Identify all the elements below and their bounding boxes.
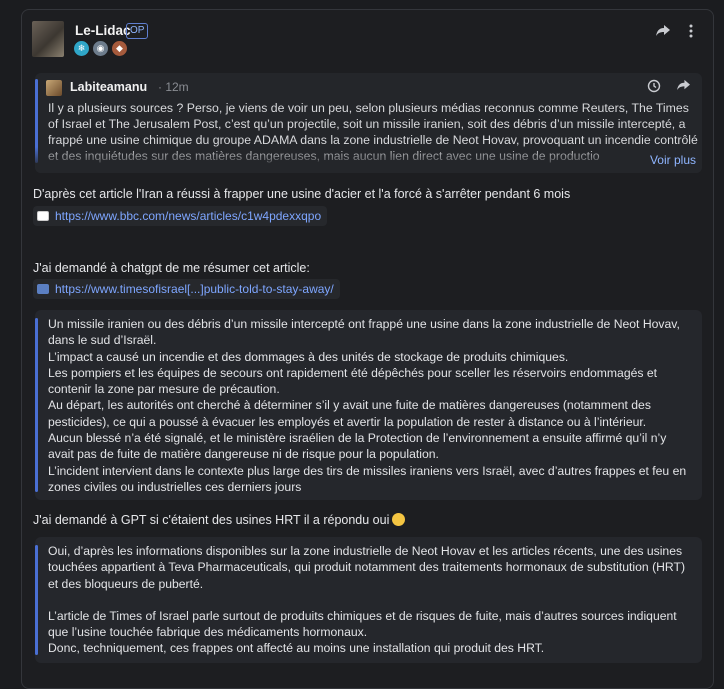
summary-line: L’incident intervient dans le contexte p… [48, 463, 687, 494]
author-avatar[interactable] [32, 21, 64, 57]
summary-blockquote: Un missile iranien ou des débris d’un mi… [35, 310, 702, 500]
post-paragraph-1: D'après cet article l'Iran a réussi à fr… [33, 187, 571, 201]
answer-line [48, 592, 693, 608]
post-paragraph-3: J'ai demandé à GPT si c'étaient des usin… [33, 513, 406, 527]
toi-favicon-icon [37, 284, 49, 294]
more-vertical-icon[interactable] [688, 24, 694, 42]
frost-badge-icon: ❄ [74, 41, 89, 56]
summary-line: Au départ, les autorités ont cherché à d… [48, 398, 651, 429]
smile-emoji-icon [392, 513, 406, 526]
quote-share-arrow-icon[interactable] [676, 79, 691, 96]
quote-author-avatar[interactable] [46, 80, 62, 96]
answer-line: L’article de Times of Israel parle surto… [48, 608, 677, 640]
summary-line: L’impact a causé un incendie et des domm… [48, 349, 569, 364]
answer-blockquote: Oui, d’après les informations disponible… [35, 537, 702, 663]
answer-line: Donc, techniquement, ces frappes ont aff… [48, 641, 545, 656]
op-badge: OP [126, 23, 149, 39]
link-chip-toi[interactable]: https://www.timesofisrael[...]public-tol… [33, 279, 340, 299]
blockquote-bar [35, 318, 38, 492]
link-toi[interactable]: https://www.timesofisrael[...]public-tol… [55, 282, 334, 296]
author-name[interactable]: Le-Lidac [75, 23, 131, 38]
summary-line: Un missile iranien ou des débris d’un mi… [48, 317, 680, 348]
history-icon[interactable] [647, 79, 661, 97]
answer-text: Oui, d’après les informations disponible… [48, 543, 693, 657]
user-badges: ❄ ◉ ◆ [74, 41, 127, 56]
quote-author-name[interactable]: Labiteamanu [70, 80, 147, 94]
share-arrow-icon[interactable] [655, 24, 671, 42]
post-paragraph-3-text: J'ai demandé à GPT si c'étaient des usin… [33, 513, 390, 527]
gadget-badge-icon: ◉ [93, 41, 108, 56]
link-chip-bbc[interactable]: https://www.bbc.com/news/articles/c1w4pd… [33, 206, 328, 226]
blockquote-bar [35, 545, 38, 655]
shield-badge-icon: ◆ [112, 41, 127, 56]
summary-text: Un missile iranien ou des débris d’un mi… [48, 316, 693, 495]
link-bbc[interactable]: https://www.bbc.com/news/articles/c1w4pd… [55, 209, 321, 223]
post-paragraph-2: J'ai demandé à chatgpt de me résumer cet… [33, 261, 310, 275]
summary-line: Les pompiers et les équipes de secours o… [48, 365, 658, 397]
quote-time: · 12m [158, 80, 189, 94]
bbc-favicon-icon [37, 211, 49, 221]
quoted-comment[interactable]: Labiteamanu · 12m Il y a plusieurs sourc… [35, 73, 702, 173]
quote-fade [35, 147, 702, 173]
summary-line: Aucun blessé n’a été signalé, et le mini… [48, 431, 667, 462]
see-more-link[interactable]: Voir plus [650, 153, 696, 167]
answer-line: Oui, d’après les informations disponible… [48, 544, 686, 591]
post-card: Le-Lidac OP ❄ ◉ ◆ Labiteamanu · 12m Il y… [21, 9, 714, 689]
